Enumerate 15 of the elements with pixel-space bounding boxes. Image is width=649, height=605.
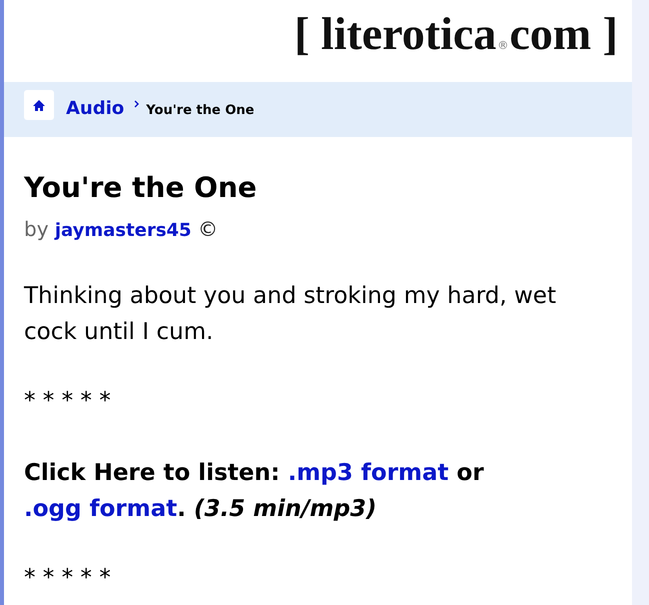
author-link[interactable]: jaymasters45	[54, 220, 192, 241]
site-logo[interactable]: [ literotica®com ]	[294, 9, 618, 71]
breadcrumb-current: You're the One	[146, 103, 254, 118]
listen-instructions: Click Here to listen: .mp3 format or .ogg format. (3.5 min/mp3)	[24, 459, 485, 524]
story-description: Thinking about you and stroking my hard, wet cock until I cum.	[24, 282, 558, 347]
section-divider: * * * * *	[24, 564, 112, 593]
audio-format-link[interactable]: .ogg format	[24, 496, 178, 522]
chevron-icon	[134, 100, 140, 108]
breadcrumb-link[interactable]: Audio	[66, 98, 124, 119]
audio-format-link[interactable]: .mp3 format	[288, 460, 449, 486]
byline: by jaymasters45 ©	[24, 216, 219, 243]
section-divider: * * * * *	[24, 387, 112, 416]
home-icon	[33, 100, 45, 110]
story-title: You're the One	[24, 171, 258, 205]
home-button[interactable]	[24, 90, 54, 120]
